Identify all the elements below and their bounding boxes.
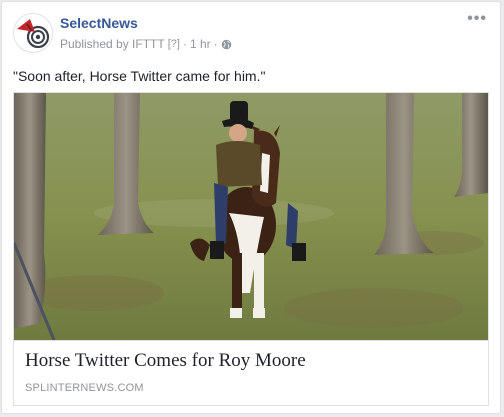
meta-separator-2: · — [213, 37, 218, 51]
link-attachment[interactable]: Horse Twitter Comes for Roy Moore SPLINT… — [13, 92, 489, 406]
attachment-photo[interactable] — [14, 93, 488, 340]
link-domain: SPLINTERNEWS.COM — [25, 382, 144, 394]
horse-rider-photo — [14, 93, 488, 340]
page-avatar[interactable] — [13, 13, 53, 53]
link-caption[interactable]: Horse Twitter Comes for Roy Moore SPLINT… — [14, 340, 488, 405]
feed-post: SelectNews Published by IFTTT [?] · 1 hr… — [1, 1, 501, 414]
help-marker[interactable]: [?] — [168, 38, 180, 50]
post-meta: Published by IFTTT [?] · 1 hr · — [60, 37, 232, 51]
globe-icon[interactable] — [221, 39, 232, 50]
page-name-link[interactable]: SelectNews — [60, 15, 138, 31]
meta-separator: · — [182, 37, 187, 51]
selectnews-logo-icon — [14, 14, 52, 52]
published-by-label[interactable]: Published by IFTTT — [60, 37, 165, 51]
post-message: "Soon after, Horse Twitter came for him.… — [13, 68, 266, 84]
link-title[interactable]: Horse Twitter Comes for Roy Moore — [25, 350, 306, 372]
more-options-icon[interactable]: ••• — [467, 10, 487, 28]
post-timestamp[interactable]: 1 hr — [190, 37, 211, 51]
